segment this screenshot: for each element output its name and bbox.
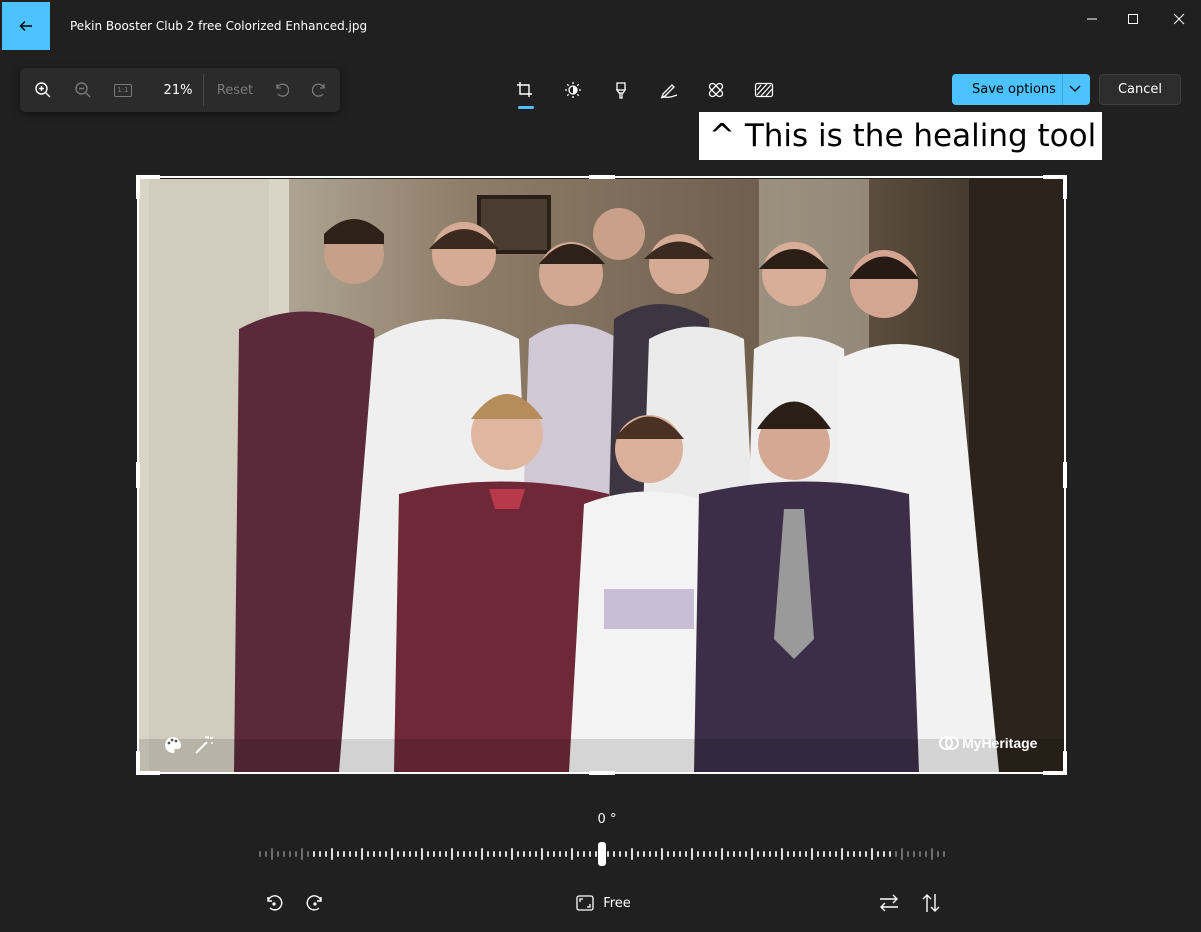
crop-handle-left[interactable] (136, 462, 140, 488)
aspect-ratio-button[interactable]: Free (573, 890, 633, 916)
rotate-right-button[interactable] (303, 890, 327, 916)
back-button[interactable] (2, 2, 50, 50)
background-blur-icon (754, 82, 774, 98)
straighten-slider-thumb[interactable] (598, 842, 606, 866)
watermark: MyHeritage (939, 735, 1037, 751)
crop-handle-top[interactable] (589, 175, 615, 179)
photo-image (139, 179, 1064, 772)
flip-horizontal-icon (880, 894, 898, 912)
save-options-label: Save options (972, 82, 1056, 97)
tool-adjust[interactable] (561, 78, 585, 102)
zoom-toolbar: 1:1 21% Reset (20, 68, 340, 112)
brightness-icon (565, 82, 581, 98)
chevron-down-icon[interactable] (1066, 82, 1084, 96)
redo-button[interactable] (309, 79, 331, 101)
myheritage-logo-icon (939, 736, 959, 750)
undo-icon (276, 83, 289, 97)
divider (203, 74, 204, 106)
maximize-icon (1128, 14, 1138, 24)
crop-handle-bottom[interactable] (589, 771, 615, 775)
flip-horizontal-button[interactable] (876, 890, 902, 916)
straighten-angle: 0 ° (597, 812, 617, 827)
save-options-button[interactable]: Save options (952, 74, 1090, 105)
minimize-icon (1087, 18, 1097, 20)
crop-handle-right[interactable] (1063, 462, 1067, 488)
close-button[interactable] (1164, 8, 1194, 30)
watermark-text: MyHeritage (962, 735, 1038, 751)
zoom-out-icon (75, 82, 91, 98)
cancel-button[interactable]: Cancel (1099, 74, 1181, 105)
tool-filter[interactable] (609, 78, 633, 102)
rotate-left-button[interactable] (262, 890, 286, 916)
flip-vertical-icon (922, 894, 940, 912)
zoom-in-icon (35, 82, 51, 98)
reset-button[interactable]: Reset (214, 79, 256, 101)
palette-icon[interactable] (163, 735, 183, 755)
crop-handle-bottom-left[interactable] (136, 751, 160, 775)
title-bar: Pekin Booster Club 2 free Colorized Enha… (0, 0, 1201, 52)
tool-markup[interactable] (657, 78, 681, 102)
actual-size-icon: 1:1 (114, 83, 132, 97)
filter-icon (615, 82, 627, 99)
photo-canvas[interactable]: MyHeritage (139, 179, 1064, 772)
zoom-out-button[interactable] (72, 79, 94, 101)
magic-wand-icon[interactable] (193, 734, 215, 756)
tool-background[interactable] (752, 78, 776, 102)
actual-size-button[interactable]: 1:1 (112, 79, 134, 101)
aspect-ratio-icon (576, 895, 594, 911)
aspect-ratio-label: Free (603, 895, 631, 911)
tool-retouch[interactable] (704, 78, 728, 102)
flip-vertical-button[interactable] (919, 890, 943, 916)
zoom-in-button[interactable] (32, 79, 54, 101)
crop-handle-bottom-right[interactable] (1043, 751, 1067, 775)
healing-icon (708, 82, 724, 98)
rotate-left-icon (267, 895, 283, 911)
maximize-button[interactable] (1118, 8, 1148, 30)
pen-icon (660, 84, 678, 99)
minimize-button[interactable] (1077, 8, 1107, 30)
divider (1062, 74, 1063, 105)
annotation-label: ^ This is the healing tool (699, 112, 1102, 160)
active-tool-indicator (518, 106, 534, 109)
crop-icon (517, 82, 532, 97)
arrow-left-icon (19, 21, 32, 31)
tool-crop[interactable] (513, 78, 537, 102)
crop-handle-top-left[interactable] (136, 175, 160, 199)
rotate-right-icon (306, 895, 322, 911)
zoom-value[interactable]: 21% (158, 79, 198, 101)
window-title: Pekin Booster Club 2 free Colorized Enha… (70, 19, 368, 33)
crop-handle-top-right[interactable] (1043, 175, 1067, 199)
redo-icon (312, 83, 325, 97)
close-icon (1173, 13, 1185, 25)
undo-button[interactable] (270, 79, 292, 101)
